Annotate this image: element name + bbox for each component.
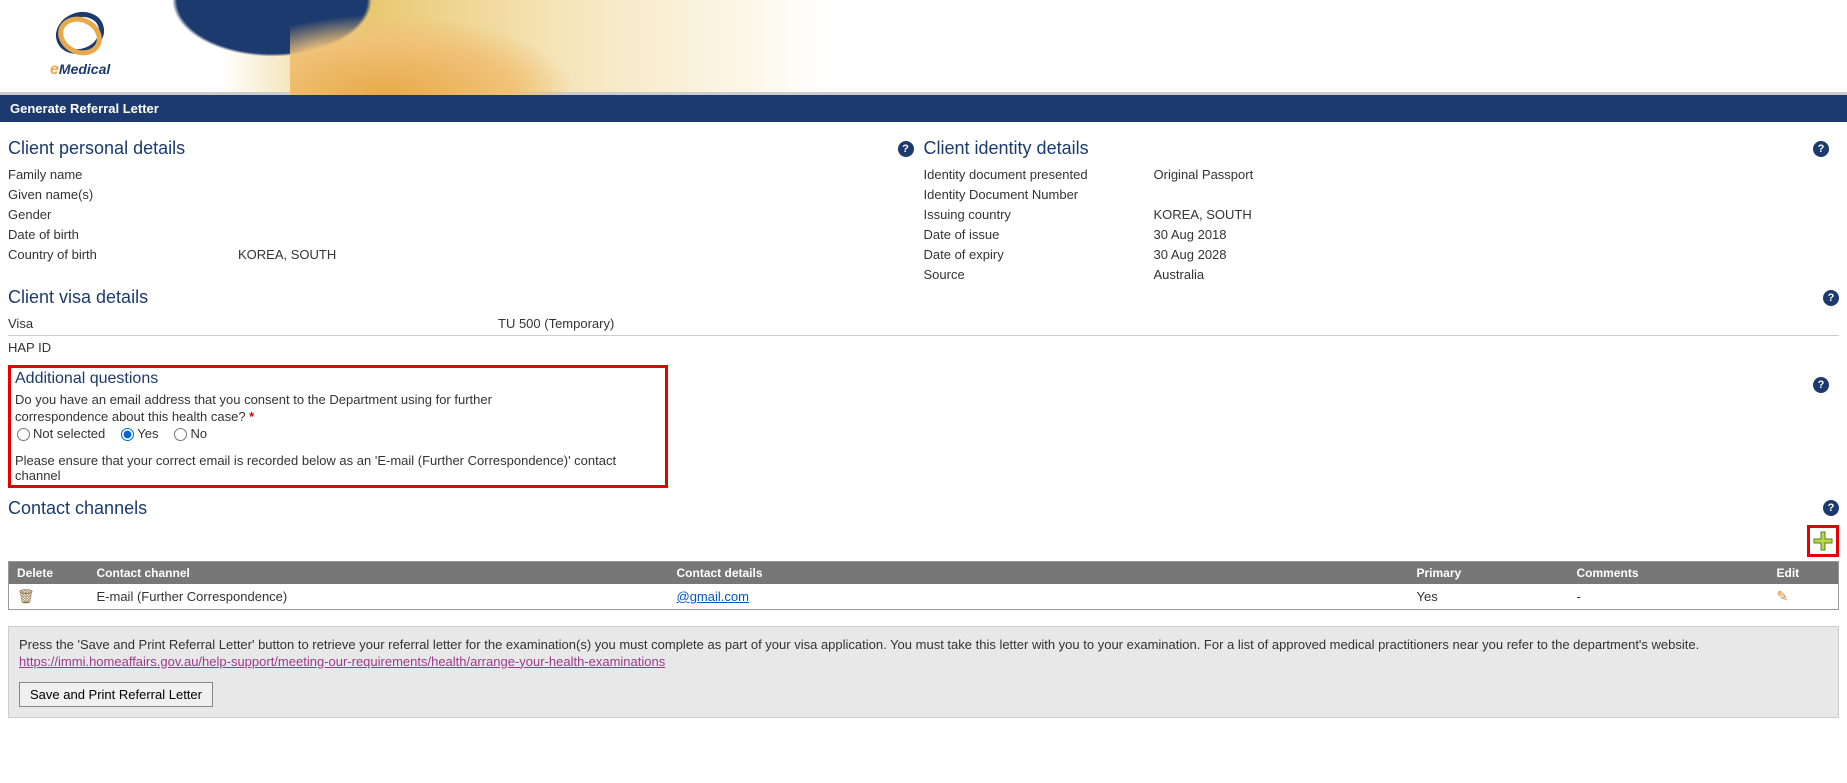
col-primary: Primary (1409, 561, 1569, 584)
label-date-expiry: Date of expiry (924, 247, 1154, 262)
field-dob: Date of birth (8, 225, 914, 244)
logo-text-e: e (50, 61, 59, 78)
field-doc-number: Identity Document Number (924, 185, 1830, 204)
value-hap-id (238, 340, 1839, 355)
field-issuing-country: Issuing country KOREA, SOUTH (924, 205, 1830, 224)
label-doc-presented: Identity document presented (924, 167, 1154, 182)
field-family-name: Family name (8, 165, 914, 184)
emedical-logo-icon (50, 8, 110, 63)
section-personal-details: Client personal details ? (8, 138, 914, 159)
save-print-button[interactable]: Save and Print Referral Letter (19, 682, 213, 707)
pencil-icon[interactable]: ✎ (1777, 588, 1789, 604)
section-title-additional: Additional questions (15, 370, 661, 388)
radio-no[interactable]: No (174, 426, 207, 443)
additional-questions-highlight: Additional questions Do you have an emai… (8, 365, 668, 488)
field-hap-id: HAP ID (8, 338, 1839, 357)
label-visa: Visa (8, 316, 498, 331)
contact-channels-table: Delete Contact channel Contact details P… (8, 561, 1839, 610)
footer-text: Press the 'Save and Print Referral Lette… (19, 637, 1828, 671)
radio-not-selected[interactable]: Not selected (17, 426, 105, 443)
value-dob (238, 227, 914, 242)
required-star-icon: * (249, 409, 254, 424)
trash-icon[interactable]: 🗑 (17, 588, 35, 604)
section-title-identity: Client identity details (924, 138, 1814, 159)
field-country-birth: Country of birth KOREA, SOUTH (8, 245, 914, 264)
cell-channel: E-mail (Further Correspondence) (89, 584, 669, 610)
app-header: eMedical (0, 0, 1847, 95)
value-country-birth: KOREA, SOUTH (238, 247, 914, 262)
field-date-expiry: Date of expiry 30 Aug 2028 (924, 245, 1830, 264)
value-visa: TU 500 (Temporary) (498, 316, 1839, 331)
label-dob: Date of birth (8, 227, 238, 242)
field-given-names: Given name(s) (8, 185, 914, 204)
help-icon[interactable]: ? (898, 141, 914, 157)
label-date-issue: Date of issue (924, 227, 1154, 242)
col-delete: Delete (9, 561, 89, 584)
value-date-expiry: 30 Aug 2028 (1154, 247, 1830, 262)
label-given-names: Given name(s) (8, 187, 238, 202)
value-doc-number (1154, 187, 1830, 202)
section-title-personal: Client personal details (8, 138, 898, 159)
radio-group-consent: Not selected Yes No (17, 426, 219, 443)
value-date-issue: 30 Aug 2018 (1154, 227, 1830, 242)
table-row: 🗑 E-mail (Further Correspondence) @gmail… (9, 584, 1839, 610)
cell-details-link[interactable]: @gmail.com (677, 589, 749, 604)
value-doc-presented: Original Passport (1154, 167, 1830, 182)
value-source: Australia (1154, 267, 1830, 282)
col-channel: Contact channel (89, 561, 669, 584)
cell-primary: Yes (1409, 584, 1569, 610)
footer-section: Press the 'Save and Print Referral Lette… (8, 626, 1839, 719)
field-source: Source Australia (924, 265, 1830, 284)
label-source: Source (924, 267, 1154, 282)
footer-text-before-link: Press the 'Save and Print Referral Lette… (19, 637, 1699, 652)
logo-text-medical: Medical (59, 61, 110, 77)
logo-text: eMedical (50, 61, 110, 79)
add-contact-button[interactable] (1812, 530, 1834, 552)
additional-instruction: Please ensure that your correct email is… (15, 453, 661, 483)
section-visa-details: Client visa details ? (8, 287, 1839, 308)
value-gender (238, 207, 914, 222)
col-edit: Edit (1769, 561, 1839, 584)
field-visa: Visa TU 500 (Temporary) (8, 314, 1839, 333)
footer-link[interactable]: https://immi.homeaffairs.gov.au/help-sup… (19, 654, 665, 669)
help-icon[interactable]: ? (1813, 141, 1829, 157)
help-icon[interactable]: ? (1813, 377, 1829, 393)
logo-area: eMedical (50, 8, 110, 79)
help-icon[interactable]: ? (1823, 500, 1839, 516)
radio-yes[interactable]: Yes (121, 426, 158, 443)
label-gender: Gender (8, 207, 238, 222)
field-doc-presented: Identity document presented Original Pas… (924, 165, 1830, 184)
plus-icon (1812, 530, 1834, 552)
label-family-name: Family name (8, 167, 238, 182)
page-title-bar: Generate Referral Letter (0, 95, 1847, 122)
field-date-issue: Date of issue 30 Aug 2018 (924, 225, 1830, 244)
value-given-names (238, 187, 914, 202)
label-doc-number: Identity Document Number (924, 187, 1154, 202)
section-title-contact: Contact channels (8, 498, 1823, 519)
col-comments: Comments (1569, 561, 1769, 584)
field-gender: Gender (8, 205, 914, 224)
section-identity-details: Client identity details ? (924, 138, 1830, 159)
section-contact-channels: Contact channels ? (8, 498, 1839, 519)
additional-question-row: Do you have an email address that you co… (15, 392, 661, 443)
col-details: Contact details (669, 561, 1409, 584)
page-title: Generate Referral Letter (10, 101, 159, 116)
cell-comments: - (1569, 584, 1769, 610)
label-hap-id: HAP ID (8, 340, 238, 355)
value-issuing-country: KOREA, SOUTH (1154, 207, 1830, 222)
value-family-name (238, 167, 914, 182)
label-country-birth: Country of birth (8, 247, 238, 262)
add-contact-highlight (1807, 525, 1839, 557)
label-issuing-country: Issuing country (924, 207, 1154, 222)
help-icon[interactable]: ? (1823, 290, 1839, 306)
section-title-visa: Client visa details (8, 287, 1823, 308)
